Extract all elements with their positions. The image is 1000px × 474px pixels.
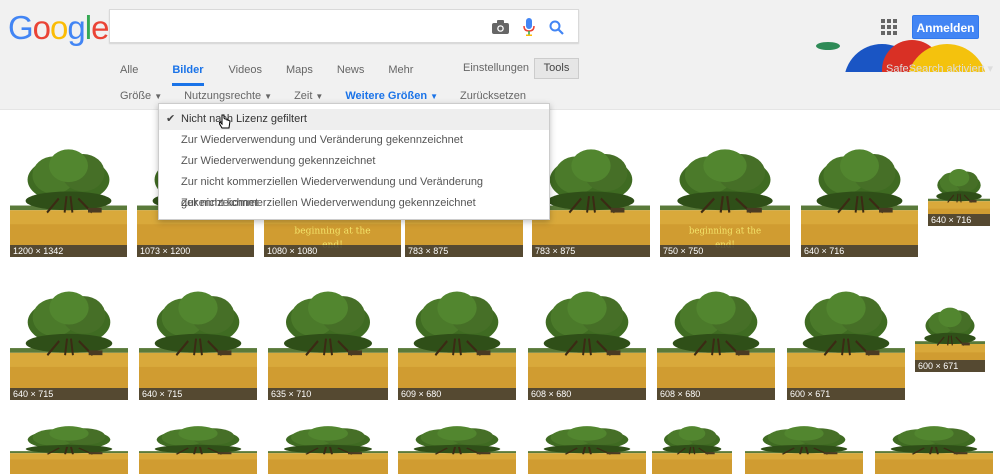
image-thumbnail[interactable] <box>268 422 388 474</box>
image-dimensions: 600 × 671 <box>787 388 905 400</box>
image-thumbnail[interactable] <box>528 422 646 474</box>
tab-news[interactable]: News <box>337 62 365 86</box>
image-thumbnail[interactable] <box>398 422 516 474</box>
image-dimensions: 640 × 716 <box>928 214 990 226</box>
image-thumbnail[interactable]: 640 × 715 <box>10 282 128 400</box>
tools-button[interactable]: Tools <box>534 58 579 79</box>
image-dimensions: 1080 × 1080 <box>264 245 401 257</box>
menu-item-reuse[interactable]: Zur Wiederverwendung gekennzeichnet <box>159 151 549 172</box>
filter-size[interactable]: Größe ▼ <box>120 89 162 104</box>
settings-link[interactable]: Einstellungen <box>463 62 529 74</box>
image-dimensions: 608 × 680 <box>528 388 646 400</box>
search-box <box>109 9 579 43</box>
logo-letter: e <box>91 9 109 46</box>
image-dimensions: 750 × 750 <box>660 245 790 257</box>
image-thumbnail[interactable]: 1200 × 1342 <box>10 140 127 257</box>
image-thumbnail[interactable]: beginning at theend! 750 × 750 <box>660 140 790 257</box>
image-dimensions: 608 × 680 <box>657 388 775 400</box>
filter-more-sizes[interactable]: Weitere Größen ▼ <box>345 89 438 104</box>
tab-mehr[interactable]: Mehr <box>388 62 413 86</box>
google-logo[interactable]: Google <box>8 9 109 46</box>
filter-reset[interactable]: Zurücksetzen <box>460 89 526 104</box>
image-thumbnail[interactable]: 600 × 671 <box>787 282 905 400</box>
svg-text:beginning at the: beginning at the <box>294 226 370 237</box>
tab-maps[interactable]: Maps <box>286 62 313 86</box>
image-thumbnail[interactable]: 640 × 715 <box>139 282 257 400</box>
image-dimensions: 1073 × 1200 <box>137 245 254 257</box>
menu-item-noncommercial-reuse-modify[interactable]: Zur nicht kommerziellen Wiederverwendung… <box>159 172 549 209</box>
logo-letter: G <box>8 9 34 46</box>
image-thumbnail[interactable] <box>652 422 732 474</box>
mouse-cursor-icon <box>218 114 231 132</box>
image-dimensions: 783 × 875 <box>532 245 650 257</box>
svg-text:beginning at the: beginning at the <box>689 226 761 236</box>
tab-bilder[interactable]: Bilder <box>172 62 204 86</box>
logo-letter: o <box>50 9 68 46</box>
filter-label: Nutzungsrechte <box>184 90 262 102</box>
image-thumbnail[interactable]: 600 × 671 <box>915 302 985 372</box>
filter-usage-rights[interactable]: Nutzungsrechte ▼ <box>184 89 272 104</box>
apps-grid-icon[interactable] <box>881 19 897 35</box>
image-dimensions: 635 × 710 <box>268 388 388 400</box>
header-bar: Google Anmelden SafeSearch aktiviert ▾ A… <box>0 0 1000 110</box>
filter-label: Weitere Größen <box>345 90 428 102</box>
filter-label: Zurücksetzen <box>459 90 527 102</box>
image-dimensions: 1200 × 1342 <box>10 245 127 257</box>
checkmark-icon: ✔ <box>166 113 176 125</box>
logo-letter: g <box>67 9 85 46</box>
microphone-icon[interactable] <box>523 18 535 39</box>
caret-down-icon: ▼ <box>154 92 163 101</box>
filter-label: Größe <box>120 90 152 102</box>
image-thumbnail[interactable]: 608 × 680 <box>657 282 775 400</box>
search-input[interactable] <box>110 10 470 42</box>
image-dimensions: 640 × 715 <box>139 388 257 400</box>
image-dimensions: 640 × 716 <box>801 245 918 257</box>
signin-button[interactable]: Anmelden <box>912 15 979 39</box>
tab-alle[interactable]: Alle <box>120 62 138 86</box>
image-dimensions: 609 × 680 <box>398 388 516 400</box>
filter-time[interactable]: Zeit ▼ <box>294 89 323 104</box>
logo-letter: o <box>32 9 51 46</box>
image-dimensions: 640 × 715 <box>10 388 128 400</box>
filter-label: Zeit <box>294 90 313 102</box>
image-thumbnail[interactable] <box>10 422 128 474</box>
tab-videos[interactable]: Videos <box>229 62 262 86</box>
menu-item-reuse-modify[interactable]: Zur Wiederverwendung und Veränderung gek… <box>159 130 549 151</box>
camera-icon[interactable] <box>492 20 509 37</box>
image-thumbnail[interactable] <box>139 422 257 474</box>
caret-down-icon: ▼ <box>315 92 324 101</box>
menu-item-label: Nicht nach Lizenz gefiltert <box>181 113 307 125</box>
search-icon[interactable] <box>549 20 564 38</box>
menu-item-not-filtered[interactable]: ✔ Nicht nach Lizenz gefiltert <box>159 109 549 130</box>
search-tabs: Alle Bilder Videos Maps News Mehr <box>120 62 437 86</box>
image-dimensions: 600 × 671 <box>915 360 985 372</box>
caret-down-icon: ▼ <box>430 92 438 101</box>
image-thumbnail[interactable]: 640 × 716 <box>928 164 990 226</box>
image-thumbnail[interactable]: 608 × 680 <box>528 282 646 400</box>
caret-down-icon: ▼ <box>264 92 273 101</box>
usage-rights-menu: ✔ Nicht nach Lizenz gefiltert Zur Wiederv… <box>158 103 550 220</box>
image-thumbnail[interactable]: 640 × 716 <box>801 140 918 257</box>
image-thumbnail[interactable]: 609 × 680 <box>398 282 516 400</box>
filter-bar: Größe ▼ Nutzungsrechte ▼ Zeit ▼ Weitere Grö… <box>120 89 548 104</box>
image-thumbnail[interactable]: 635 × 710 <box>268 282 388 400</box>
image-dimensions: 783 × 875 <box>405 245 523 257</box>
image-thumbnail[interactable] <box>745 422 863 474</box>
image-thumbnail[interactable] <box>875 422 993 474</box>
safesearch-toggle[interactable]: SafeSearch aktiviert ▾ <box>886 62 993 75</box>
menu-item-noncommercial-reuse[interactable]: Zur nicht kommerziellen Wiederverwendung… <box>159 193 549 214</box>
